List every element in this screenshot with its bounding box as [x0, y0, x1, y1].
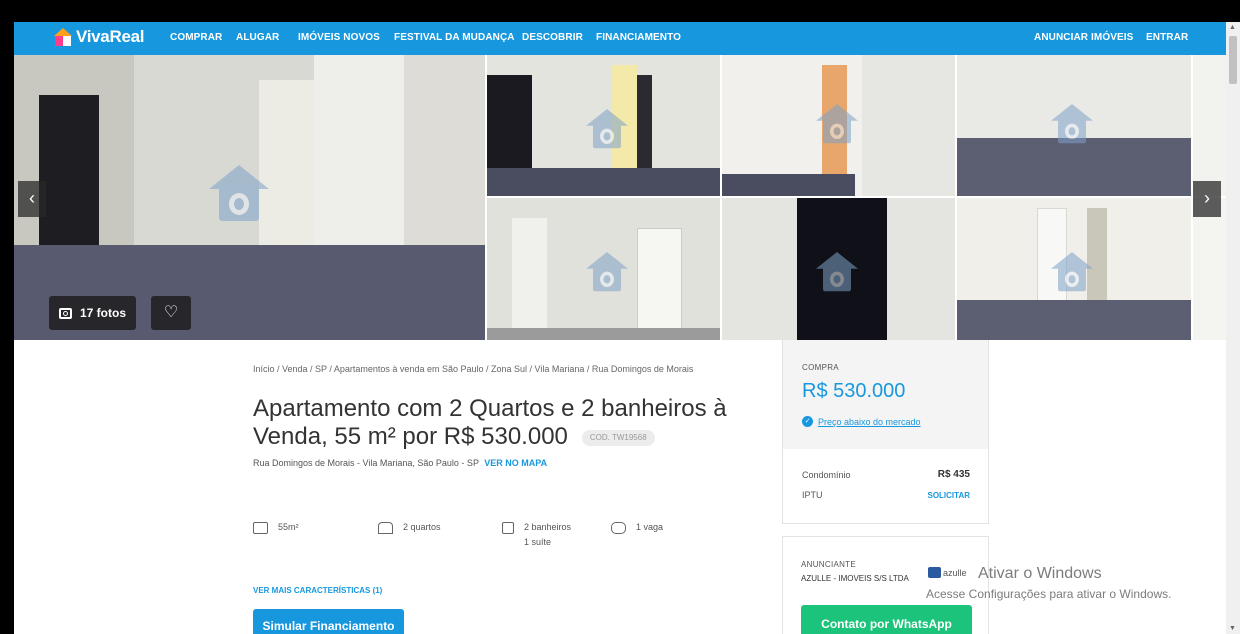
address-text: Rua Domingos de Morais - Vila Mariana, S…: [253, 458, 479, 468]
listing-title: Apartamento com 2 Quartos e 2 banheiros …: [253, 395, 773, 451]
gallery-next-button[interactable]: ›: [1193, 181, 1221, 217]
iptu-request-link[interactable]: SOLICITAR: [927, 491, 970, 500]
camera-icon: [59, 307, 72, 319]
bathrooms-value: 2 banheiros: [524, 522, 572, 532]
bedrooms-value: 2 quartos: [403, 522, 441, 532]
nav-item-alugar[interactable]: ALUGAR: [236, 32, 279, 43]
area-value: 55m²: [278, 522, 299, 532]
bathtub-icon: [502, 522, 514, 534]
house-logo-icon: [54, 28, 72, 46]
thumbnail-photo[interactable]: [1193, 55, 1226, 196]
photos-count-button[interactable]: 17 fotos: [49, 296, 137, 330]
feature-parking: 1 vaga: [611, 522, 663, 534]
bed-icon: [378, 522, 393, 534]
thumbnail-photo[interactable]: [1193, 198, 1226, 340]
advertiser-logo[interactable]: azulle: [928, 567, 967, 578]
gallery-prev-button[interactable]: ‹: [18, 181, 46, 217]
nav-item-descobrir[interactable]: DESCOBRIR: [522, 32, 583, 43]
map-link[interactable]: VER NO MAPA: [484, 458, 547, 468]
condo-value: R$ 435: [937, 469, 970, 480]
listing-address: Rua Domingos de Morais - Vila Mariana, S…: [253, 458, 547, 468]
simulate-financing-button[interactable]: Simular Financiamento: [253, 609, 404, 634]
feature-area: 55m²: [253, 522, 299, 534]
thumbnail-photo[interactable]: [957, 198, 1191, 340]
nav-item-financiamento[interactable]: FINANCIAMENTO: [596, 32, 681, 43]
vertical-scrollbar[interactable]: ▲ ▼: [1226, 22, 1240, 634]
scroll-down-icon[interactable]: ▼: [1229, 625, 1236, 632]
price-card: COMPRA R$ 530.000 ✓ Preço abaixo do merc…: [782, 340, 989, 524]
logo-text: VivaReal: [76, 27, 145, 46]
feature-bathrooms: 2 banheiros 1 suíte: [502, 522, 571, 547]
favorite-button[interactable]: ♡: [151, 296, 191, 330]
below-market-text: Preço abaixo do mercado: [818, 416, 921, 427]
condo-label: Condomínio: [802, 470, 851, 480]
thumbnail-photo[interactable]: [487, 198, 720, 340]
nav-item-entrar[interactable]: ENTRAR: [1146, 32, 1188, 43]
thumbnail-photo[interactable]: [957, 55, 1191, 196]
photos-count-label: 17 fotos: [80, 306, 127, 320]
suites-value: 1 suíte: [524, 537, 552, 547]
iptu-label: IPTU: [802, 490, 823, 500]
price-label: COMPRA: [802, 363, 839, 372]
advertiser-logo-icon: [928, 567, 941, 578]
breadcrumb[interactable]: Início / Venda / SP / Apartamentos à ven…: [253, 364, 693, 374]
area-icon: [253, 522, 268, 534]
scroll-up-icon[interactable]: ▲: [1229, 24, 1236, 31]
whatsapp-contact-button[interactable]: Contato por WhatsApp: [801, 605, 972, 634]
nav-item-comprar[interactable]: COMPRAR: [170, 32, 222, 43]
windows-activation-title: Ativar o Windows: [978, 565, 1102, 582]
thumbnail-photo[interactable]: [487, 55, 720, 196]
listing-code-badge: COD. TW19568: [581, 429, 655, 446]
advertiser-name[interactable]: AZULLE - IMOVEIS S/S LTDA: [801, 574, 909, 583]
price-value: R$ 530.000: [802, 380, 906, 402]
advertiser-logo-text: azulle: [943, 567, 967, 578]
nav-item-imoveis-novos[interactable]: IMÓVEIS NOVOS: [298, 32, 380, 43]
thumbnail-photo[interactable]: [722, 55, 955, 196]
chevron-right-icon: ›: [1204, 188, 1210, 208]
photo-gallery: ‹ › 17 fotos ♡: [14, 55, 1226, 340]
scrollbar-thumb[interactable]: [1229, 36, 1237, 84]
advertiser-label: ANUNCIANTE: [801, 560, 857, 569]
top-nav: VivaReal COMPRAR ALUGAR IMÓVEIS NOVOS FE…: [14, 22, 1226, 55]
browser-viewport: VivaReal COMPRAR ALUGAR IMÓVEIS NOVOS FE…: [14, 22, 1226, 634]
check-icon: ✓: [802, 416, 813, 427]
thumbnail-photo[interactable]: [722, 198, 955, 340]
logo[interactable]: VivaReal: [54, 27, 144, 47]
feature-bedrooms: 2 quartos: [378, 522, 441, 534]
chevron-left-icon: ‹: [29, 188, 35, 208]
below-market-link[interactable]: ✓ Preço abaixo do mercado: [802, 416, 921, 427]
windows-activation-subtitle: Acesse Configurações para ativar o Windo…: [926, 587, 1172, 601]
heart-icon: ♡: [163, 304, 179, 321]
listing-title-text: Apartamento com 2 Quartos e 2 banheiros …: [253, 395, 727, 450]
nav-item-anunciar[interactable]: ANUNCIAR IMÓVEIS: [1034, 32, 1133, 43]
more-features-link[interactable]: VER MAIS CARACTERÍSTICAS (1): [253, 586, 382, 595]
advertiser-card: ANUNCIANTE AZULLE - IMOVEIS S/S LTDA azu…: [782, 536, 989, 634]
parking-value: 1 vaga: [636, 522, 664, 532]
car-icon: [611, 522, 626, 534]
nav-item-festival[interactable]: FESTIVAL DA MUDANÇA: [394, 32, 515, 43]
